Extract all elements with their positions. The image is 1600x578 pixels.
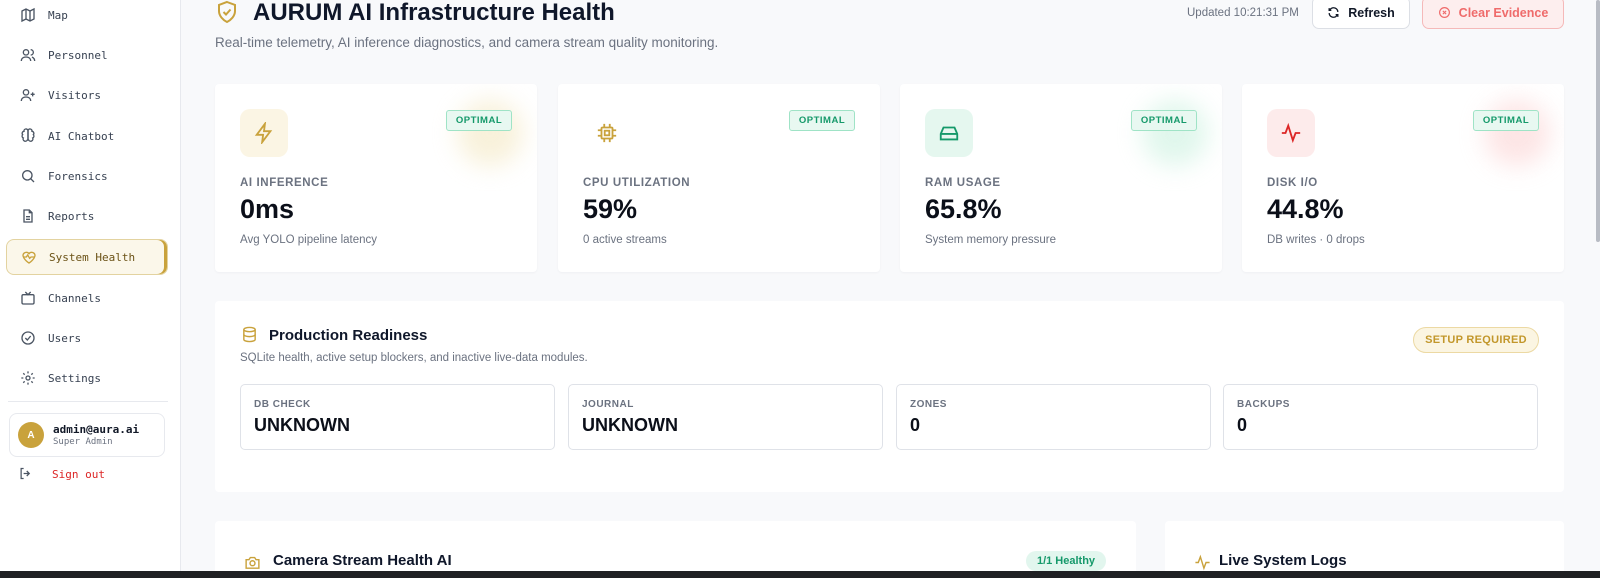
file-text-icon — [19, 207, 37, 225]
stat-subtext: DB writes · 0 drops — [1267, 234, 1365, 246]
readiness-card-journal: JOURNAL UNKNOWN — [568, 384, 883, 450]
readiness-card-backups: BACKUPS 0 — [1223, 384, 1538, 450]
database-icon — [241, 326, 258, 343]
sidebar-item-map[interactable]: Map — [6, 0, 168, 33]
sidebar-item-system-health[interactable]: System Health — [6, 239, 168, 275]
clear-evidence-label: Clear Evidence — [1458, 5, 1549, 20]
sidebar-item-forensics[interactable]: Forensics — [6, 158, 168, 194]
user-role: Super Admin — [53, 437, 113, 447]
search-icon — [19, 167, 37, 185]
sidebar-item-ai-chatbot[interactable]: AI Chatbot — [6, 118, 168, 154]
user-card[interactable]: A admin@aura.ai Super Admin — [9, 413, 165, 457]
sidebar-item-label: Forensics — [48, 169, 108, 183]
readiness-value: 0 — [910, 415, 921, 435]
readiness-card-zones: ZONES 0 — [896, 384, 1211, 450]
cpu-icon — [583, 109, 631, 157]
readiness-label: ZONES — [910, 399, 947, 410]
sidebar-item-label: Reports — [48, 209, 95, 223]
panel-title: Camera Stream Health AI — [273, 552, 452, 569]
sign-out-label: Sign out — [52, 467, 105, 481]
hard-drive-icon — [925, 109, 973, 157]
shield-check-icon — [215, 0, 239, 24]
refresh-label: Refresh — [1348, 5, 1395, 20]
lightning-icon — [240, 109, 288, 157]
camera-stream-health-panel: Camera Stream Health AI 1/1 Healthy — [215, 521, 1136, 578]
readiness-label: DB CHECK — [254, 399, 311, 410]
stat-subtext: 0 active streams — [583, 234, 667, 246]
healthy-count-badge: 1/1 Healthy — [1026, 551, 1106, 571]
log-out-icon — [18, 466, 34, 482]
sidebar-divider — [8, 401, 168, 402]
stat-card-ram-usage: OPTIMAL RAM USAGE 65.8% System memory pr… — [900, 84, 1222, 272]
stat-subtext: Avg YOLO pipeline latency — [240, 234, 378, 246]
stat-card-cpu-utilization: OPTIMAL CPU UTILIZATION 59% 0 active str… — [558, 84, 880, 272]
heart-pulse-icon — [20, 248, 38, 266]
sidebar-item-settings[interactable]: Settings — [6, 360, 168, 396]
sidebar-item-label: AI Chatbot — [48, 129, 115, 143]
readiness-value: UNKNOWN — [254, 415, 350, 435]
readiness-value: UNKNOWN — [582, 415, 678, 435]
taskbar-strip — [0, 571, 1600, 578]
sign-out-button[interactable]: Sign out — [18, 466, 105, 482]
status-badge: OPTIMAL — [789, 110, 855, 131]
page-title: AURUM AI Infrastructure Health — [253, 0, 615, 26]
sidebar-item-label: System Health — [49, 250, 136, 264]
avatar: A — [18, 422, 44, 448]
refresh-icon — [1327, 6, 1340, 19]
stat-label: CPU UTILIZATION — [583, 177, 691, 189]
tv-icon — [19, 289, 37, 307]
status-badge: OPTIMAL — [1473, 110, 1539, 131]
readiness-label: BACKUPS — [1237, 399, 1290, 410]
live-system-logs-panel: Live System Logs — [1165, 521, 1564, 578]
sidebar-item-label: Map — [48, 8, 68, 22]
status-badge: OPTIMAL — [1131, 110, 1197, 131]
user-email: admin@aura.ai — [53, 423, 140, 436]
gear-icon — [19, 369, 37, 387]
x-circle-icon — [1438, 6, 1451, 19]
scrollbar-thumb[interactable] — [1596, 0, 1600, 242]
stat-label: DISK I/O — [1267, 177, 1318, 189]
stat-subtext: System memory pressure — [925, 234, 1057, 246]
readiness-value: 0 — [1237, 415, 1248, 435]
activity-icon — [1267, 109, 1315, 157]
refresh-button[interactable]: Refresh — [1312, 0, 1410, 29]
sidebar-item-reports[interactable]: Reports — [6, 198, 168, 234]
panel-title: Live System Logs — [1219, 552, 1347, 569]
readiness-label: JOURNAL — [582, 399, 634, 410]
production-readiness-panel: Production Readiness SQLite health, acti… — [215, 301, 1564, 492]
updated-timestamp: Updated 10:21:31 PM — [1187, 7, 1299, 19]
sidebar-item-label: Settings — [48, 371, 101, 385]
camera-icon — [244, 554, 261, 571]
sidebar-item-users[interactable]: Users — [6, 320, 168, 356]
check-circle-icon — [19, 329, 37, 347]
sidebar-item-label: Personnel — [48, 48, 108, 62]
sidebar-item-visitors[interactable]: Visitors — [6, 77, 168, 113]
stat-value: 59% — [583, 194, 638, 224]
stat-card-ai-inference: OPTIMAL AI INFERENCE 0ms Avg YOLO pipeli… — [215, 84, 537, 272]
stat-value: 44.8% — [1267, 194, 1344, 224]
user-plus-icon — [19, 86, 37, 104]
panel-title: Production Readiness — [269, 327, 428, 344]
stat-label: AI INFERENCE — [240, 177, 329, 189]
stat-card-disk-io: OPTIMAL DISK I/O 44.8% DB writes · 0 dro… — [1242, 84, 1564, 272]
readiness-card-db-check: DB CHECK UNKNOWN — [240, 384, 555, 450]
sidebar: Map Personnel Visitors AI Chatbot Forens… — [0, 0, 181, 578]
users-icon — [19, 46, 37, 64]
status-badge: OPTIMAL — [446, 110, 512, 131]
sidebar-item-label: Channels — [48, 291, 101, 305]
brain-icon — [19, 127, 37, 145]
sidebar-item-label: Visitors — [48, 88, 101, 102]
sidebar-item-label: Users — [48, 331, 82, 345]
clear-evidence-button[interactable]: Clear Evidence — [1422, 0, 1564, 29]
stat-value: 65.8% — [925, 194, 1002, 224]
sidebar-item-channels[interactable]: Channels — [6, 280, 168, 316]
page-subtitle: Real-time telemetry, AI inference diagno… — [215, 35, 719, 50]
map-icon — [19, 6, 37, 24]
stat-label: RAM USAGE — [925, 177, 1001, 189]
activity-icon — [1194, 554, 1211, 571]
stat-value: 0ms — [240, 194, 295, 224]
panel-subtitle: SQLite health, active setup blockers, an… — [240, 352, 588, 364]
setup-required-badge: SETUP REQUIRED — [1413, 327, 1539, 353]
sidebar-item-personnel[interactable]: Personnel — [6, 37, 168, 73]
